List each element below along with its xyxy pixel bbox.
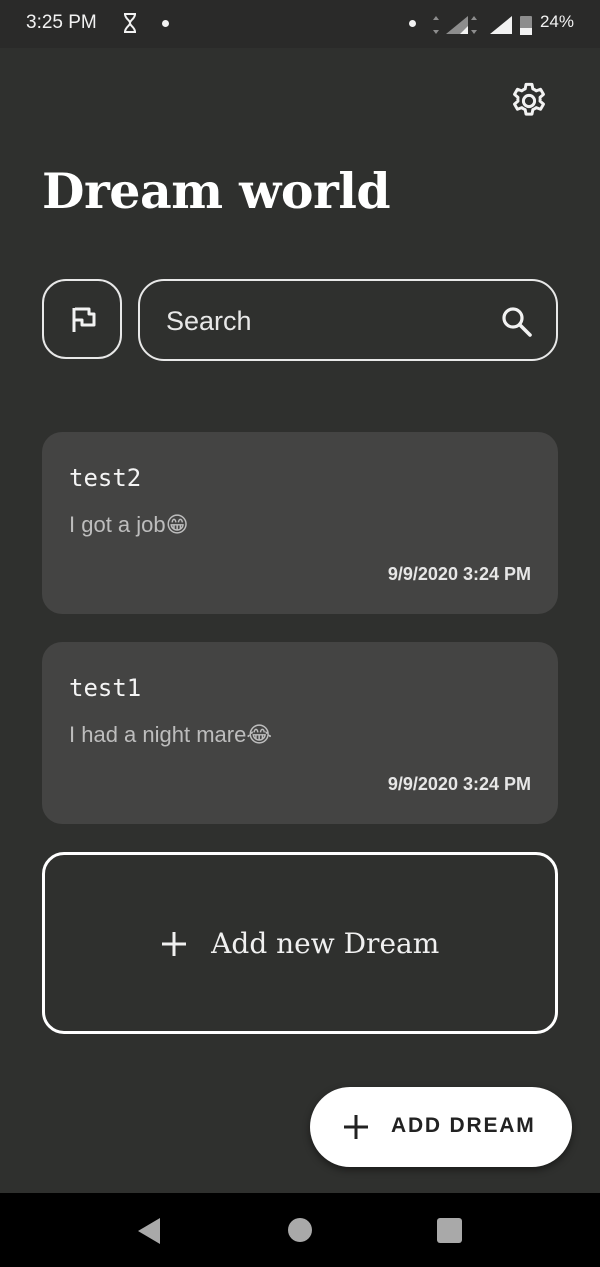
plus-icon — [344, 1115, 368, 1139]
flag-icon — [72, 307, 96, 332]
search-input[interactable] — [166, 301, 486, 341]
status-bar: 3:25 PM 24% — [0, 0, 600, 48]
add-new-dream-card[interactable]: Add new Dream — [42, 852, 558, 1034]
add-new-dream-label: Add new Dream — [211, 927, 440, 960]
plus-icon — [161, 931, 186, 956]
search-bar[interactable] — [138, 279, 558, 361]
home-icon[interactable] — [288, 1218, 312, 1242]
gear-icon[interactable] — [508, 80, 550, 122]
dream-card[interactable]: test1 I had a night mare😂 9/9/2020 3:24 … — [42, 642, 558, 824]
page-title: Dream world — [42, 162, 391, 220]
add-dream-button[interactable]: ADD DREAM — [310, 1087, 572, 1167]
hourglass-icon — [124, 13, 136, 33]
notification-dot — [162, 20, 169, 27]
notification-dot — [409, 20, 416, 27]
status-time: 3:25 PM — [26, 12, 97, 33]
grinning-emoji: 😁 — [165, 512, 189, 537]
back-icon[interactable] — [137, 1217, 161, 1245]
add-dream-label: ADD DREAM — [391, 1114, 536, 1137]
dream-date: 9/9/2020 3:24 PM — [387, 564, 531, 584]
dream-card[interactable]: test2 I got a job😁 9/9/2020 3:24 PM — [42, 432, 558, 614]
battery-percentage: 24% — [539, 12, 574, 31]
laughing-emoji: 😂 — [246, 722, 273, 747]
recents-icon[interactable] — [437, 1218, 462, 1243]
dream-body: I had a night mare😂 — [69, 722, 273, 747]
dream-body: I got a job😁 — [69, 512, 189, 537]
signal-icon — [433, 16, 532, 35]
dream-date: 9/9/2020 3:24 PM — [387, 774, 531, 794]
filter-flag-button[interactable] — [42, 279, 122, 359]
navigation-bar — [0, 1193, 600, 1267]
dream-title: test1 — [69, 674, 142, 702]
search-icon[interactable] — [500, 305, 534, 339]
dream-title: test2 — [69, 464, 142, 492]
